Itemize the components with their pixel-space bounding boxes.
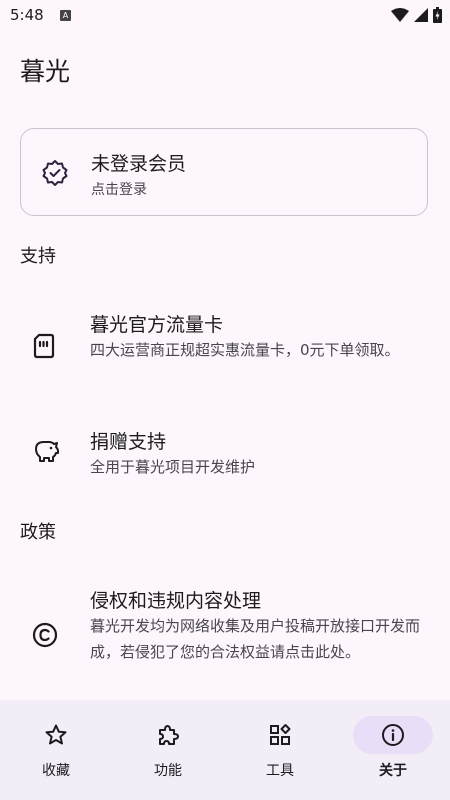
- list-item-data-card[interactable]: 暮光官方流量卡 四大运营商正规超实惠流量卡，0元下单领取。: [0, 310, 450, 390]
- item-description: 全用于暮光项目开发维护: [90, 458, 256, 476]
- item-title: 侵权和违规内容处理: [90, 590, 262, 612]
- list-item-donate[interactable]: 捐赠支持 全用于暮光项目开发维护: [0, 427, 450, 483]
- notification-icon: A: [60, 10, 71, 21]
- nav-label: 收藏: [42, 763, 70, 779]
- puzzle-icon: [156, 723, 180, 751]
- page-title: 暮光: [20, 57, 71, 86]
- member-status: 未登录会员: [91, 153, 187, 175]
- section-header-support: 支持: [20, 246, 56, 267]
- info-icon: [381, 723, 405, 751]
- nav-features[interactable]: 功能: [112, 700, 224, 800]
- signal-icon: [414, 8, 428, 22]
- nav-about[interactable]: 关于: [337, 700, 449, 800]
- piggy-bank-icon: [32, 437, 60, 467]
- item-description: 暮光开发均为网络收集及用户投稿开放接口开发而成，若侵犯了您的合法权益请点击此处。: [90, 617, 421, 661]
- status-time: 5:48: [10, 6, 44, 24]
- section-header-policy: 政策: [20, 522, 56, 543]
- nav-favorites[interactable]: 收藏: [0, 700, 112, 800]
- status-bar: 5:48 A: [0, 0, 450, 32]
- status-icons: [391, 7, 442, 23]
- login-prompt: 点击登录: [91, 182, 147, 198]
- verified-badge-icon: [41, 159, 69, 191]
- widgets-icon: [268, 723, 292, 751]
- nav-label: 关于: [379, 763, 407, 779]
- sim-card-icon: [32, 332, 56, 364]
- list-item-copyright[interactable]: 侵权和违规内容处理 暮光开发均为网络收集及用户投稿开放接口开发而成，若侵犯了您的…: [0, 586, 450, 690]
- item-title: 暮光官方流量卡: [90, 314, 224, 336]
- copyright-icon: [32, 622, 58, 652]
- bottom-navigation: 收藏 功能 工具 关于: [0, 700, 450, 800]
- star-icon: [44, 723, 68, 751]
- login-member-card[interactable]: 未登录会员 点击登录: [20, 128, 428, 216]
- item-title: 捐赠支持: [90, 431, 167, 453]
- nav-tools[interactable]: 工具: [224, 700, 336, 800]
- nav-label: 功能: [154, 763, 182, 779]
- item-description: 四大运营商正规超实惠流量卡，0元下单领取。: [90, 341, 400, 359]
- wifi-icon: [391, 8, 409, 22]
- battery-icon: [433, 7, 442, 23]
- nav-label: 工具: [266, 763, 294, 779]
